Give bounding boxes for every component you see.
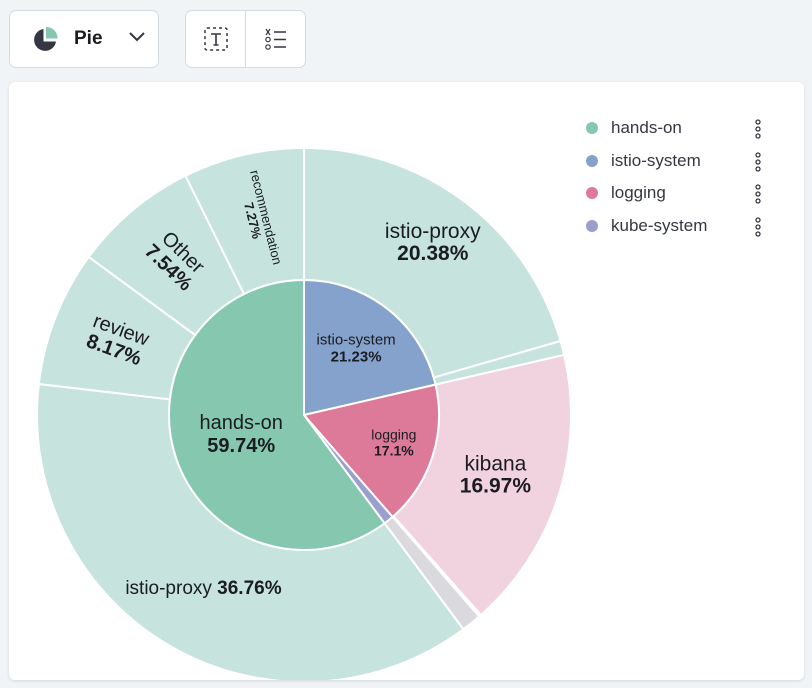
legend-swatch [586,122,598,135]
legend-label: kube-system [611,215,708,235]
legend-item-istio-system[interactable]: istio-system [584,145,784,178]
chart-type-label: Pie [74,28,103,49]
legend-swatch [586,219,598,232]
legend-settings-button[interactable] [246,11,305,67]
legend-label: hands-on [611,118,682,138]
legend-item-hands-on[interactable]: hands-on [584,112,784,145]
outer-label-istio-proxy-5: istio-proxy 36.76% [125,578,281,599]
text-format-icon [203,27,228,51]
outer-label-kibana-2: kibana [464,452,526,475]
legend-item-logging[interactable]: logging [584,177,784,210]
display-options-toolbar [185,10,306,68]
legend-label: istio-system [611,150,701,170]
chart-panel: hands-on 59.74% istio-system 21.23% logging 1… [9,82,804,680]
pie-chart-icon [34,27,58,51]
outer-value-kibana-2: 16.97% [460,474,532,497]
legend-swatch [586,154,598,167]
vertical-dots-icon[interactable] [754,151,762,172]
sunburst-chart: hands-on59.74%istio-system21.23%logging1… [36,146,572,680]
inner-label-istio-system: istio-system [317,331,396,348]
chart-type-picker[interactable]: Pie [9,10,159,68]
chevron-down-icon [129,32,145,42]
vertical-dots-icon[interactable] [754,184,762,204]
outer-label-istio-proxy-0: istio-proxy [385,220,481,243]
chart-legend: hands-on istio-system logging kube-system [584,112,784,242]
text-format-button[interactable] [186,11,245,67]
legend-item-kube-system[interactable]: kube-system [584,210,784,243]
inner-label-logging: logging [371,426,416,442]
inner-label-hands-on: hands-on [200,412,283,434]
outer-value-istio-proxy-0: 20.38% [397,242,469,265]
outer-label-group-kibana-2: kibana16.97% [460,452,532,497]
legend-swatch [586,187,598,200]
vertical-dots-icon[interactable] [754,216,762,237]
inner-value-hands-on: 59.74% [207,435,275,457]
vertical-dots-icon[interactable] [754,119,762,139]
list-order-icon [264,28,286,50]
outer-label-group-istio-proxy-0: istio-proxy20.38% [385,220,481,265]
inner-value-istio-system: 21.23% [331,349,382,366]
legend-label: logging [611,183,666,203]
inner-value-logging: 17.1% [374,443,414,459]
